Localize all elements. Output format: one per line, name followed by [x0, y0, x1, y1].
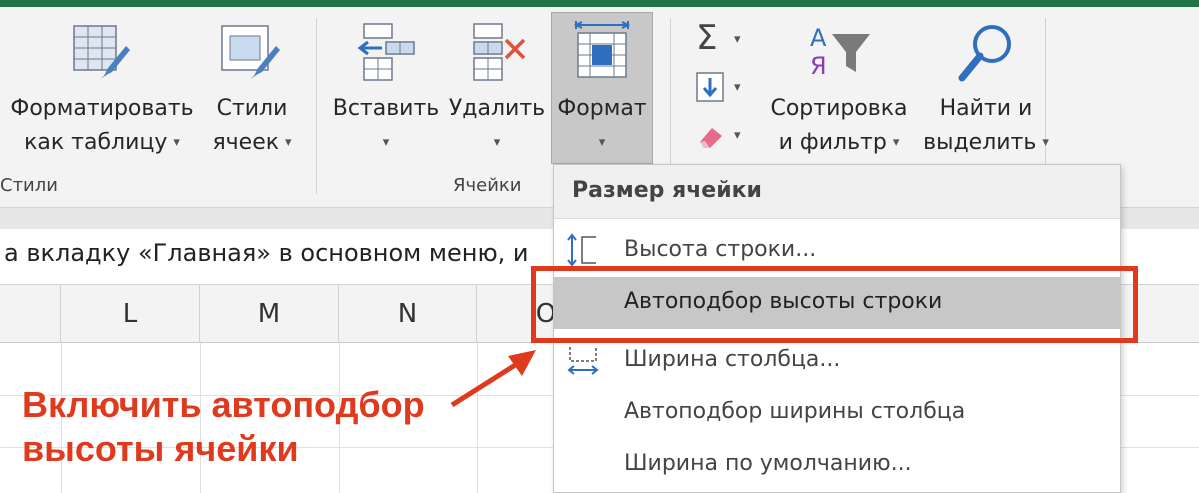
annotation-line2: высоты ячейки — [22, 428, 299, 469]
annotation-text: Включить автоподбор высоты ячейки — [22, 383, 425, 471]
annotation-line1: Включить автоподбор — [22, 384, 425, 425]
